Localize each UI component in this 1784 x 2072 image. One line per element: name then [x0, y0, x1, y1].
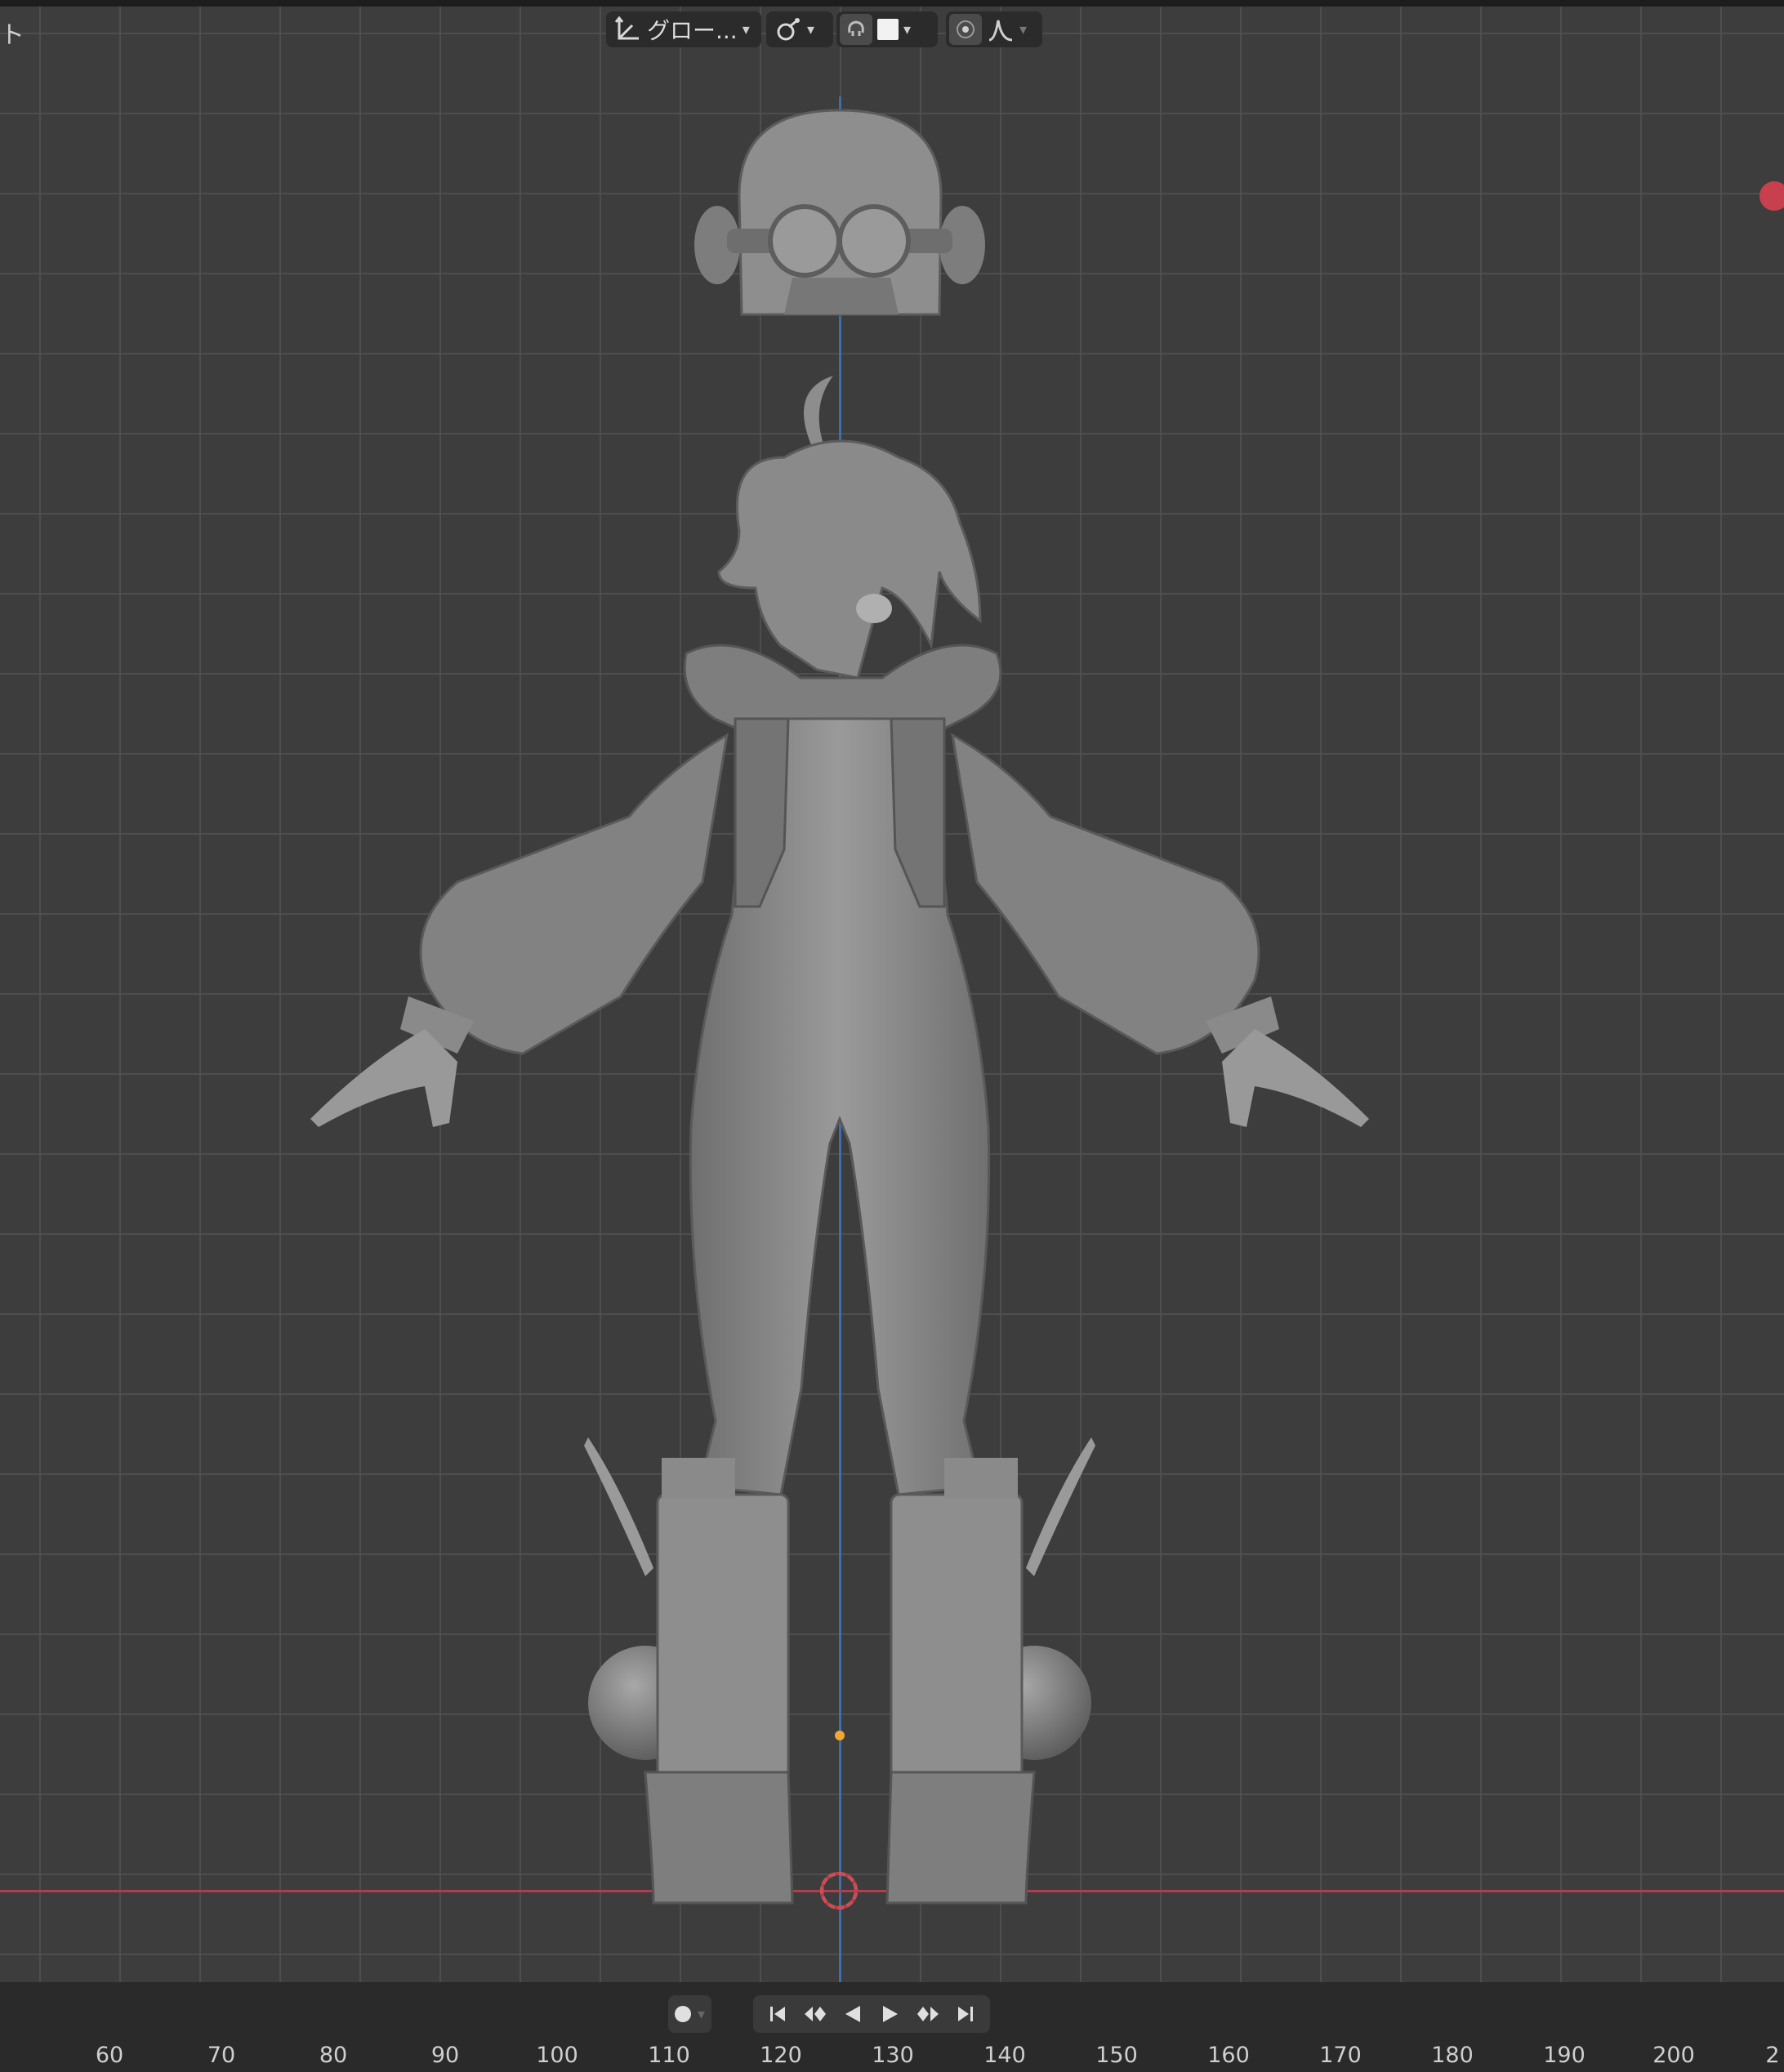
snapping-group[interactable]: ▾	[836, 11, 938, 47]
frame-label: 180	[1431, 2043, 1474, 2068]
frame-label: 140	[983, 2043, 1026, 2068]
frame-label: 2	[1765, 2043, 1780, 2068]
jump-start-button[interactable]	[760, 1996, 796, 2032]
chevron-down-icon: ▾	[807, 20, 815, 38]
frame-label: 170	[1319, 2043, 1362, 2068]
chevron-down-icon: ▾	[903, 20, 912, 38]
record-keyframe-icon[interactable]	[675, 2006, 691, 2022]
right-boot[interactable]	[885, 1437, 1095, 1905]
proportional-editing-group[interactable]: ▾	[946, 11, 1042, 47]
viewport-header: ト グロー... ▾ ▾ ▾ ▾	[0, 7, 1784, 52]
play-button[interactable]	[872, 1996, 908, 2032]
pivot-point-dropdown[interactable]: ▾	[766, 11, 833, 47]
axis-gizmo-x[interactable]	[1759, 181, 1784, 211]
next-keyframe-button[interactable]	[910, 1996, 946, 2032]
frame-label: 160	[1207, 2043, 1250, 2068]
prev-keyframe-button[interactable]	[797, 1996, 833, 2032]
frame-label: 190	[1543, 2043, 1586, 2068]
helmet-mesh[interactable]	[694, 109, 985, 316]
transform-orientation-icon	[614, 16, 639, 40]
3d-viewport[interactable]	[0, 0, 1784, 1982]
keyframe-record-group[interactable]: ▾	[668, 1995, 712, 2033]
frame-label: 150	[1095, 2043, 1138, 2068]
playback-controls	[753, 1995, 990, 2033]
window-top-border	[0, 0, 1784, 7]
frame-label: 60	[95, 2043, 124, 2068]
play-reverse-icon	[845, 2006, 860, 2022]
proportional-toggle-button[interactable]	[949, 14, 982, 45]
next-keyframe-icon	[917, 2007, 939, 2021]
jump-end-icon	[958, 2007, 973, 2021]
frame-label: 70	[207, 2043, 236, 2068]
jump-end-button[interactable]	[948, 1996, 983, 2032]
snap-toggle-button[interactable]	[840, 14, 872, 45]
hair-mesh[interactable]	[717, 376, 982, 680]
3d-cursor-icon	[820, 1872, 858, 1909]
snap-target-swatch[interactable]	[877, 19, 899, 40]
frame-label: 130	[872, 2043, 914, 2068]
falloff-curve-icon[interactable]	[987, 16, 1015, 43]
chevron-down-icon: ▾	[742, 20, 750, 38]
pivot-point-icon	[777, 18, 800, 41]
object-origin-dot	[835, 1731, 845, 1740]
frame-label: 120	[760, 2043, 802, 2068]
header-menu-fragment[interactable]: ト	[0, 15, 25, 51]
frame-label: 80	[319, 2043, 348, 2068]
orientation-label: グロー...	[647, 17, 738, 44]
frame-label: 110	[648, 2043, 690, 2068]
prev-keyframe-icon	[805, 2007, 826, 2021]
proportional-editing-icon	[957, 20, 975, 38]
left-sleeve[interactable]	[310, 733, 729, 1127]
play-icon	[883, 2006, 898, 2022]
frame-label: 100	[536, 2043, 578, 2068]
snap-magnet-icon	[848, 20, 864, 36]
play-reverse-button[interactable]	[835, 1996, 871, 2032]
transform-orientation-dropdown[interactable]: グロー... ▾	[606, 11, 761, 47]
left-boot[interactable]	[584, 1437, 794, 1905]
right-sleeve[interactable]	[951, 733, 1369, 1127]
frame-label: 90	[430, 2043, 460, 2068]
jump-start-icon	[770, 2007, 785, 2021]
timeline-bar: ▾ 60 70 80 90 100 110 120 130 140 150 16…	[0, 1982, 1784, 2072]
chevron-down-icon: ▾	[1019, 20, 1028, 38]
chevron-down-icon: ▾	[698, 2005, 706, 2023]
frame-label: 200	[1652, 2043, 1695, 2068]
character-model[interactable]	[0, 0, 1784, 1982]
